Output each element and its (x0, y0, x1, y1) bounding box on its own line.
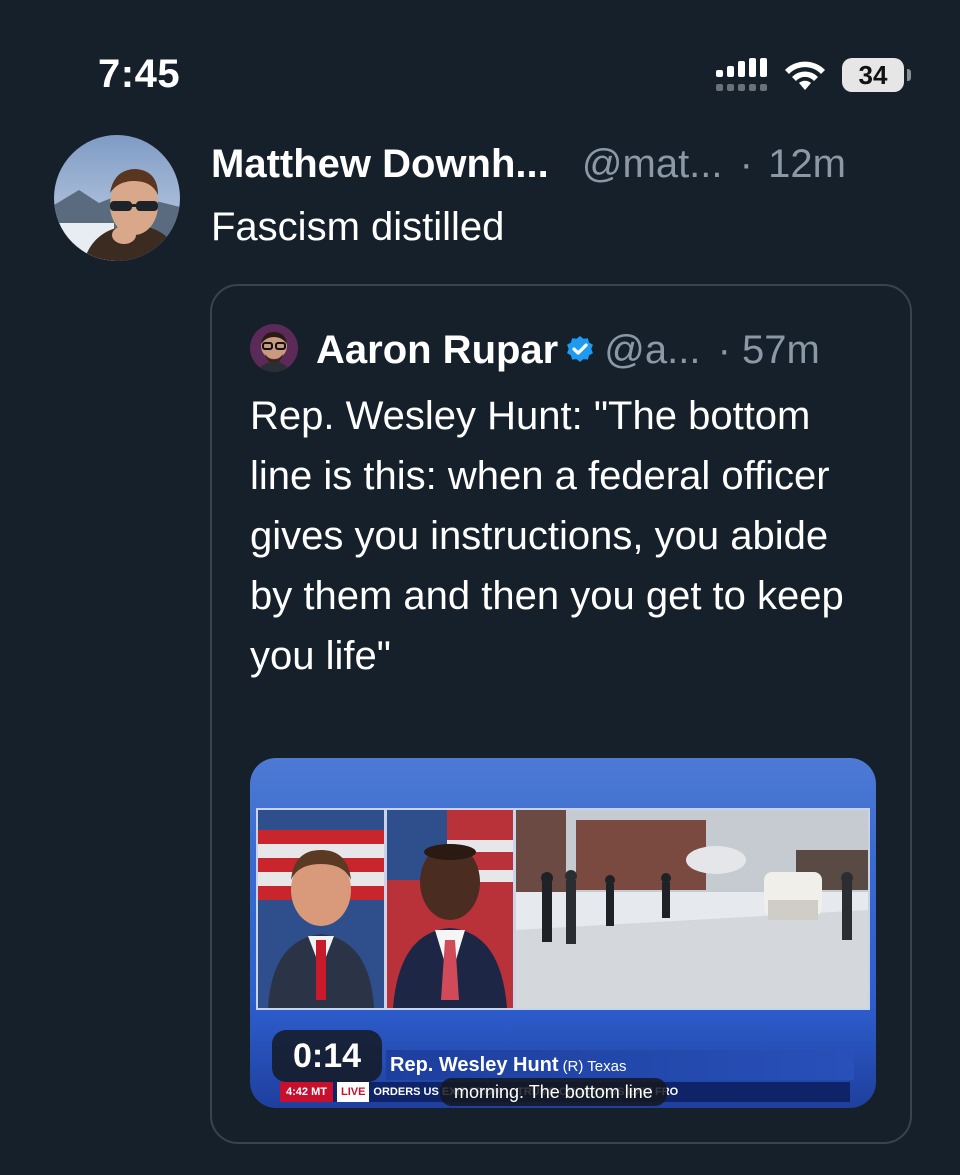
avatar-photo-icon (54, 135, 180, 261)
battery-level: 34 (842, 58, 904, 92)
lower-third: Rep. Wesley Hunt (R) Texas (386, 1050, 854, 1080)
battery-icon: 34 (842, 58, 912, 94)
quoted-author-name[interactable]: Aaron Rupar (316, 328, 558, 372)
separator-dot: · (739, 142, 753, 186)
post-header: Matthew Downh... @mat... · 12m (211, 142, 931, 188)
status-bar: 7:45 34 (0, 0, 960, 120)
video-frame (256, 808, 870, 1010)
status-time: 7:45 (98, 52, 181, 96)
verified-badge-icon (567, 336, 594, 362)
quoted-separator-dot: · (717, 328, 731, 372)
video-panel-congressman (387, 810, 513, 1008)
signal-icon (716, 58, 767, 91)
video-caption: morning. The bottom line (440, 1078, 667, 1106)
post-text: Fascism distilled (211, 205, 505, 249)
battery-tip (907, 69, 911, 81)
post-age: 12m (768, 142, 846, 186)
author-handle[interactable]: @mat... (582, 142, 723, 186)
video-player[interactable]: Rep. Wesley Hunt (R) Texas 4:42 MT LIVE ORD… (250, 758, 876, 1108)
author-avatar[interactable] (54, 135, 180, 261)
quoted-post-card[interactable]: Aaron Rupar @a... · 57m Rep. Wesley Hunt… (210, 284, 912, 1144)
quoted-post-age: 57m (742, 328, 820, 372)
lower-third-party: (R) Texas (562, 1058, 627, 1075)
video-timestamp: 0:14 (272, 1030, 382, 1082)
quoted-post-header: Aaron Rupar @a... · 57m (316, 326, 820, 374)
quoted-avatar-photo-icon (250, 324, 298, 372)
quoted-author-handle[interactable]: @a... (604, 328, 700, 372)
lower-third-name: Rep. Wesley Hunt (390, 1054, 559, 1076)
wifi-icon (785, 61, 825, 90)
quoted-author-avatar[interactable] (250, 324, 298, 372)
ticker-live: LIVE (336, 1082, 370, 1102)
video-panel-street (516, 810, 868, 1008)
ticker-time: 4:42 MT (280, 1082, 333, 1102)
author-name[interactable]: Matthew Downh... (211, 142, 549, 186)
quoted-post-text: Rep. Wesley Hunt: "The bottom line is th… (250, 394, 844, 678)
video-panel-host (258, 810, 384, 1008)
